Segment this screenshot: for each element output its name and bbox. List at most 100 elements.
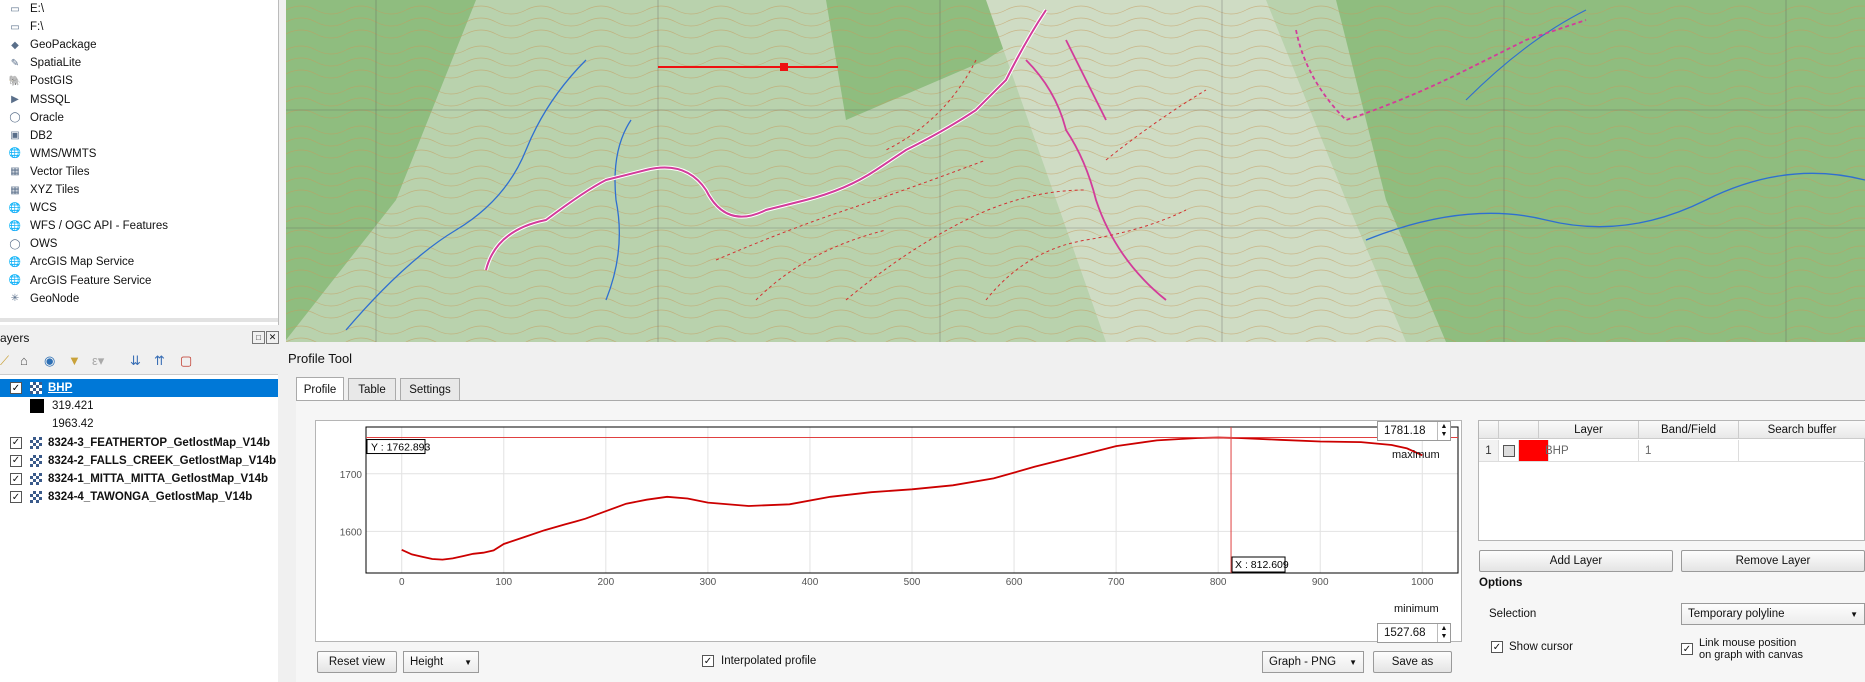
export-format-select[interactable]: Graph - PNG ▼ xyxy=(1262,651,1364,673)
browser-item[interactable]: ▭ F:\ xyxy=(8,18,43,36)
options-title: Options xyxy=(1479,577,1523,589)
expand-all-icon[interactable]: ⇊ xyxy=(130,353,141,369)
browser-item[interactable]: ▦ Vector Tiles xyxy=(8,163,89,181)
filter-expression-icon[interactable]: ε▾ xyxy=(92,353,104,369)
x-tick-label: 0 xyxy=(399,577,405,588)
globe-icon: 🌐 xyxy=(8,275,22,286)
browser-item[interactable]: 🌐 ArcGIS Map Service xyxy=(8,253,134,271)
profile-tool-title: Profile Tool xyxy=(288,351,353,366)
visibility-eye-icon[interactable]: ◉ xyxy=(44,353,55,369)
browser-item[interactable]: ▶ MSSQL xyxy=(8,91,70,109)
browser-item[interactable]: ✎ SpatiaLite xyxy=(8,54,81,72)
db2-icon: ▣ xyxy=(10,130,20,142)
filter-icon[interactable]: ▼ xyxy=(68,353,81,368)
table-header-band[interactable]: Band/Field xyxy=(1639,421,1739,439)
browser-panel: ▭ E:\ ▭ F:\ ◆ GeoPackage ✎ SpatiaLite 🐘 PostGIS ▶ M… xyxy=(0,0,279,325)
tab-table[interactable]: Table xyxy=(348,378,396,400)
browser-item[interactable]: 🌐 ArcGIS Feature Service xyxy=(8,272,152,290)
paint-brush-icon[interactable]: ⟋ xyxy=(0,353,9,369)
interpolated-profile-checkbox[interactable]: ✓ Interpolated profile xyxy=(702,655,816,667)
browser-item[interactable]: 🌐 WCS xyxy=(8,199,57,217)
raster-layer-icon xyxy=(30,473,42,485)
layers-panel-header: ayers □ ✕ xyxy=(0,329,279,347)
float-panel-icon[interactable]: □ xyxy=(252,331,265,344)
table-row-checkbox[interactable] xyxy=(1499,440,1519,462)
table-row-search-buffer[interactable] xyxy=(1739,440,1865,462)
layer-visibility-checkbox[interactable]: ✓ xyxy=(10,382,22,394)
x-tick-label: 700 xyxy=(1108,577,1125,588)
legend-item[interactable]: 1963.42 xyxy=(0,415,278,433)
table-row-band[interactable]: 1 xyxy=(1639,440,1739,462)
spin-arrows-icon[interactable]: ▲ ▼ xyxy=(1437,624,1450,642)
layer-label: BHP xyxy=(48,382,73,394)
tab-profile[interactable]: Profile xyxy=(296,377,344,401)
browser-item[interactable]: 🐘 PostGIS xyxy=(8,72,73,90)
add-layer-button[interactable]: Add Layer xyxy=(1479,550,1673,572)
x-tick-label: 400 xyxy=(802,577,819,588)
tab-settings[interactable]: Settings xyxy=(400,378,460,400)
browser-item[interactable]: ✳ GeoNode xyxy=(8,290,79,308)
browser-item-label: MSSQL xyxy=(30,93,71,106)
layer-row[interactable]: ✓ 8324-3_FEATHERTOP_GetlostMap_V14b xyxy=(0,434,278,452)
x-tick-label: 500 xyxy=(904,577,921,588)
legend-swatch xyxy=(30,417,44,431)
oracle-icon: ◯ xyxy=(9,112,21,124)
topographic-map xyxy=(286,0,1865,342)
show-cursor-checkbox[interactable]: ✓ Show cursor xyxy=(1491,641,1573,653)
layer-visibility-checkbox[interactable]: ✓ xyxy=(10,436,22,449)
spin-arrows-icon[interactable]: ▲ ▼ xyxy=(1437,422,1450,440)
browser-item[interactable]: 🌐 WFS / OGC API - Features xyxy=(8,217,168,235)
browser-item[interactable]: ◯ OWS xyxy=(8,235,57,253)
remove-layer-icon[interactable]: ▢ xyxy=(180,353,192,369)
postgis-icon: 🐘 xyxy=(8,75,22,87)
checkbox-checked-icon[interactable]: ✓ xyxy=(1681,643,1693,655)
collapse-all-icon[interactable]: ⇈ xyxy=(154,353,165,369)
min-label: minimum xyxy=(1394,603,1439,615)
browser-item[interactable]: ▭ E:\ xyxy=(8,0,44,18)
layer-row[interactable]: ✓ 8324-2_FALLS_CREEK_GetlostMap_V14b xyxy=(0,452,278,470)
y-tick-label: 1700 xyxy=(340,470,363,481)
browser-item-label: ArcGIS Feature Service xyxy=(30,274,152,287)
table-header-layer[interactable]: Layer xyxy=(1539,421,1639,439)
profile-chart[interactable]: 0 100 200 300 400 500 600 700 800 900 1000 1600 1700… xyxy=(316,421,1461,641)
legend-item[interactable]: 319.421 xyxy=(0,397,278,415)
remove-layer-button[interactable]: Remove Layer xyxy=(1681,550,1865,572)
close-panel-icon[interactable]: ✕ xyxy=(266,331,279,344)
x-tick-label: 300 xyxy=(700,577,717,588)
layer-visibility-checkbox[interactable]: ✓ xyxy=(10,473,22,485)
checkbox-checked-icon[interactable]: ✓ xyxy=(702,655,714,667)
spatialite-icon: ✎ xyxy=(10,57,20,69)
max-value-spinbox[interactable]: 1781.18 ▲ ▼ xyxy=(1377,421,1451,441)
plot-mode-select[interactable]: Height ▼ xyxy=(403,651,479,673)
link-mouse-checkbox[interactable]: ✓ Link mouse position on graph with canv… xyxy=(1681,637,1803,661)
browser-item[interactable]: ◯ Oracle xyxy=(8,109,63,127)
layer-visibility-checkbox[interactable]: ✓ xyxy=(10,454,22,467)
geonode-icon: ✳ xyxy=(10,293,20,305)
x-tick-label: 100 xyxy=(495,577,512,588)
globe-icon: 🌐 xyxy=(8,148,22,160)
table-header-index xyxy=(1479,421,1499,439)
reset-view-button[interactable]: Reset view xyxy=(317,651,397,673)
layer-row[interactable]: ✓ BHP xyxy=(0,379,278,397)
map-canvas[interactable] xyxy=(286,0,1865,342)
layer-visibility-checkbox[interactable]: ✓ xyxy=(10,491,22,504)
checkbox-checked-icon[interactable]: ✓ xyxy=(1491,641,1503,653)
browser-item[interactable]: ▣ DB2 xyxy=(8,127,52,145)
selection-select[interactable]: Temporary polyline ▼ xyxy=(1681,603,1865,625)
min-value-spinbox[interactable]: 1527.68 ▲ ▼ xyxy=(1377,623,1451,643)
panel-splitter[interactable] xyxy=(0,318,278,322)
browser-item-label: Vector Tiles xyxy=(30,165,90,178)
profile-layers-table: Layer Band/Field Search buffer 1 BHP 1 xyxy=(1478,420,1865,541)
layer-row[interactable]: ✓ 8324-4_TAWONGA_GetlostMap_V14b xyxy=(0,488,278,506)
row-checkbox-icon[interactable] xyxy=(1502,444,1515,457)
layer-row[interactable]: ✓ 8324-1_MITTA_MITTA_GetlostMap_V14b xyxy=(0,470,278,488)
browser-item[interactable]: ▦ XYZ Tiles xyxy=(8,181,79,199)
browser-item[interactable]: 🌐 WMS/WMTS xyxy=(8,145,97,163)
browser-item[interactable]: ◆ GeoPackage xyxy=(8,36,96,54)
save-as-button[interactable]: Save as xyxy=(1373,651,1452,673)
table-header-search-buffer[interactable]: Search buffer xyxy=(1739,421,1865,439)
ows-icon: ◯ xyxy=(9,238,21,250)
chevron-down-icon: ▼ xyxy=(464,658,472,667)
table-row-layer[interactable]: BHP xyxy=(1539,440,1639,462)
add-group-icon[interactable]: ⌂ xyxy=(20,353,28,368)
